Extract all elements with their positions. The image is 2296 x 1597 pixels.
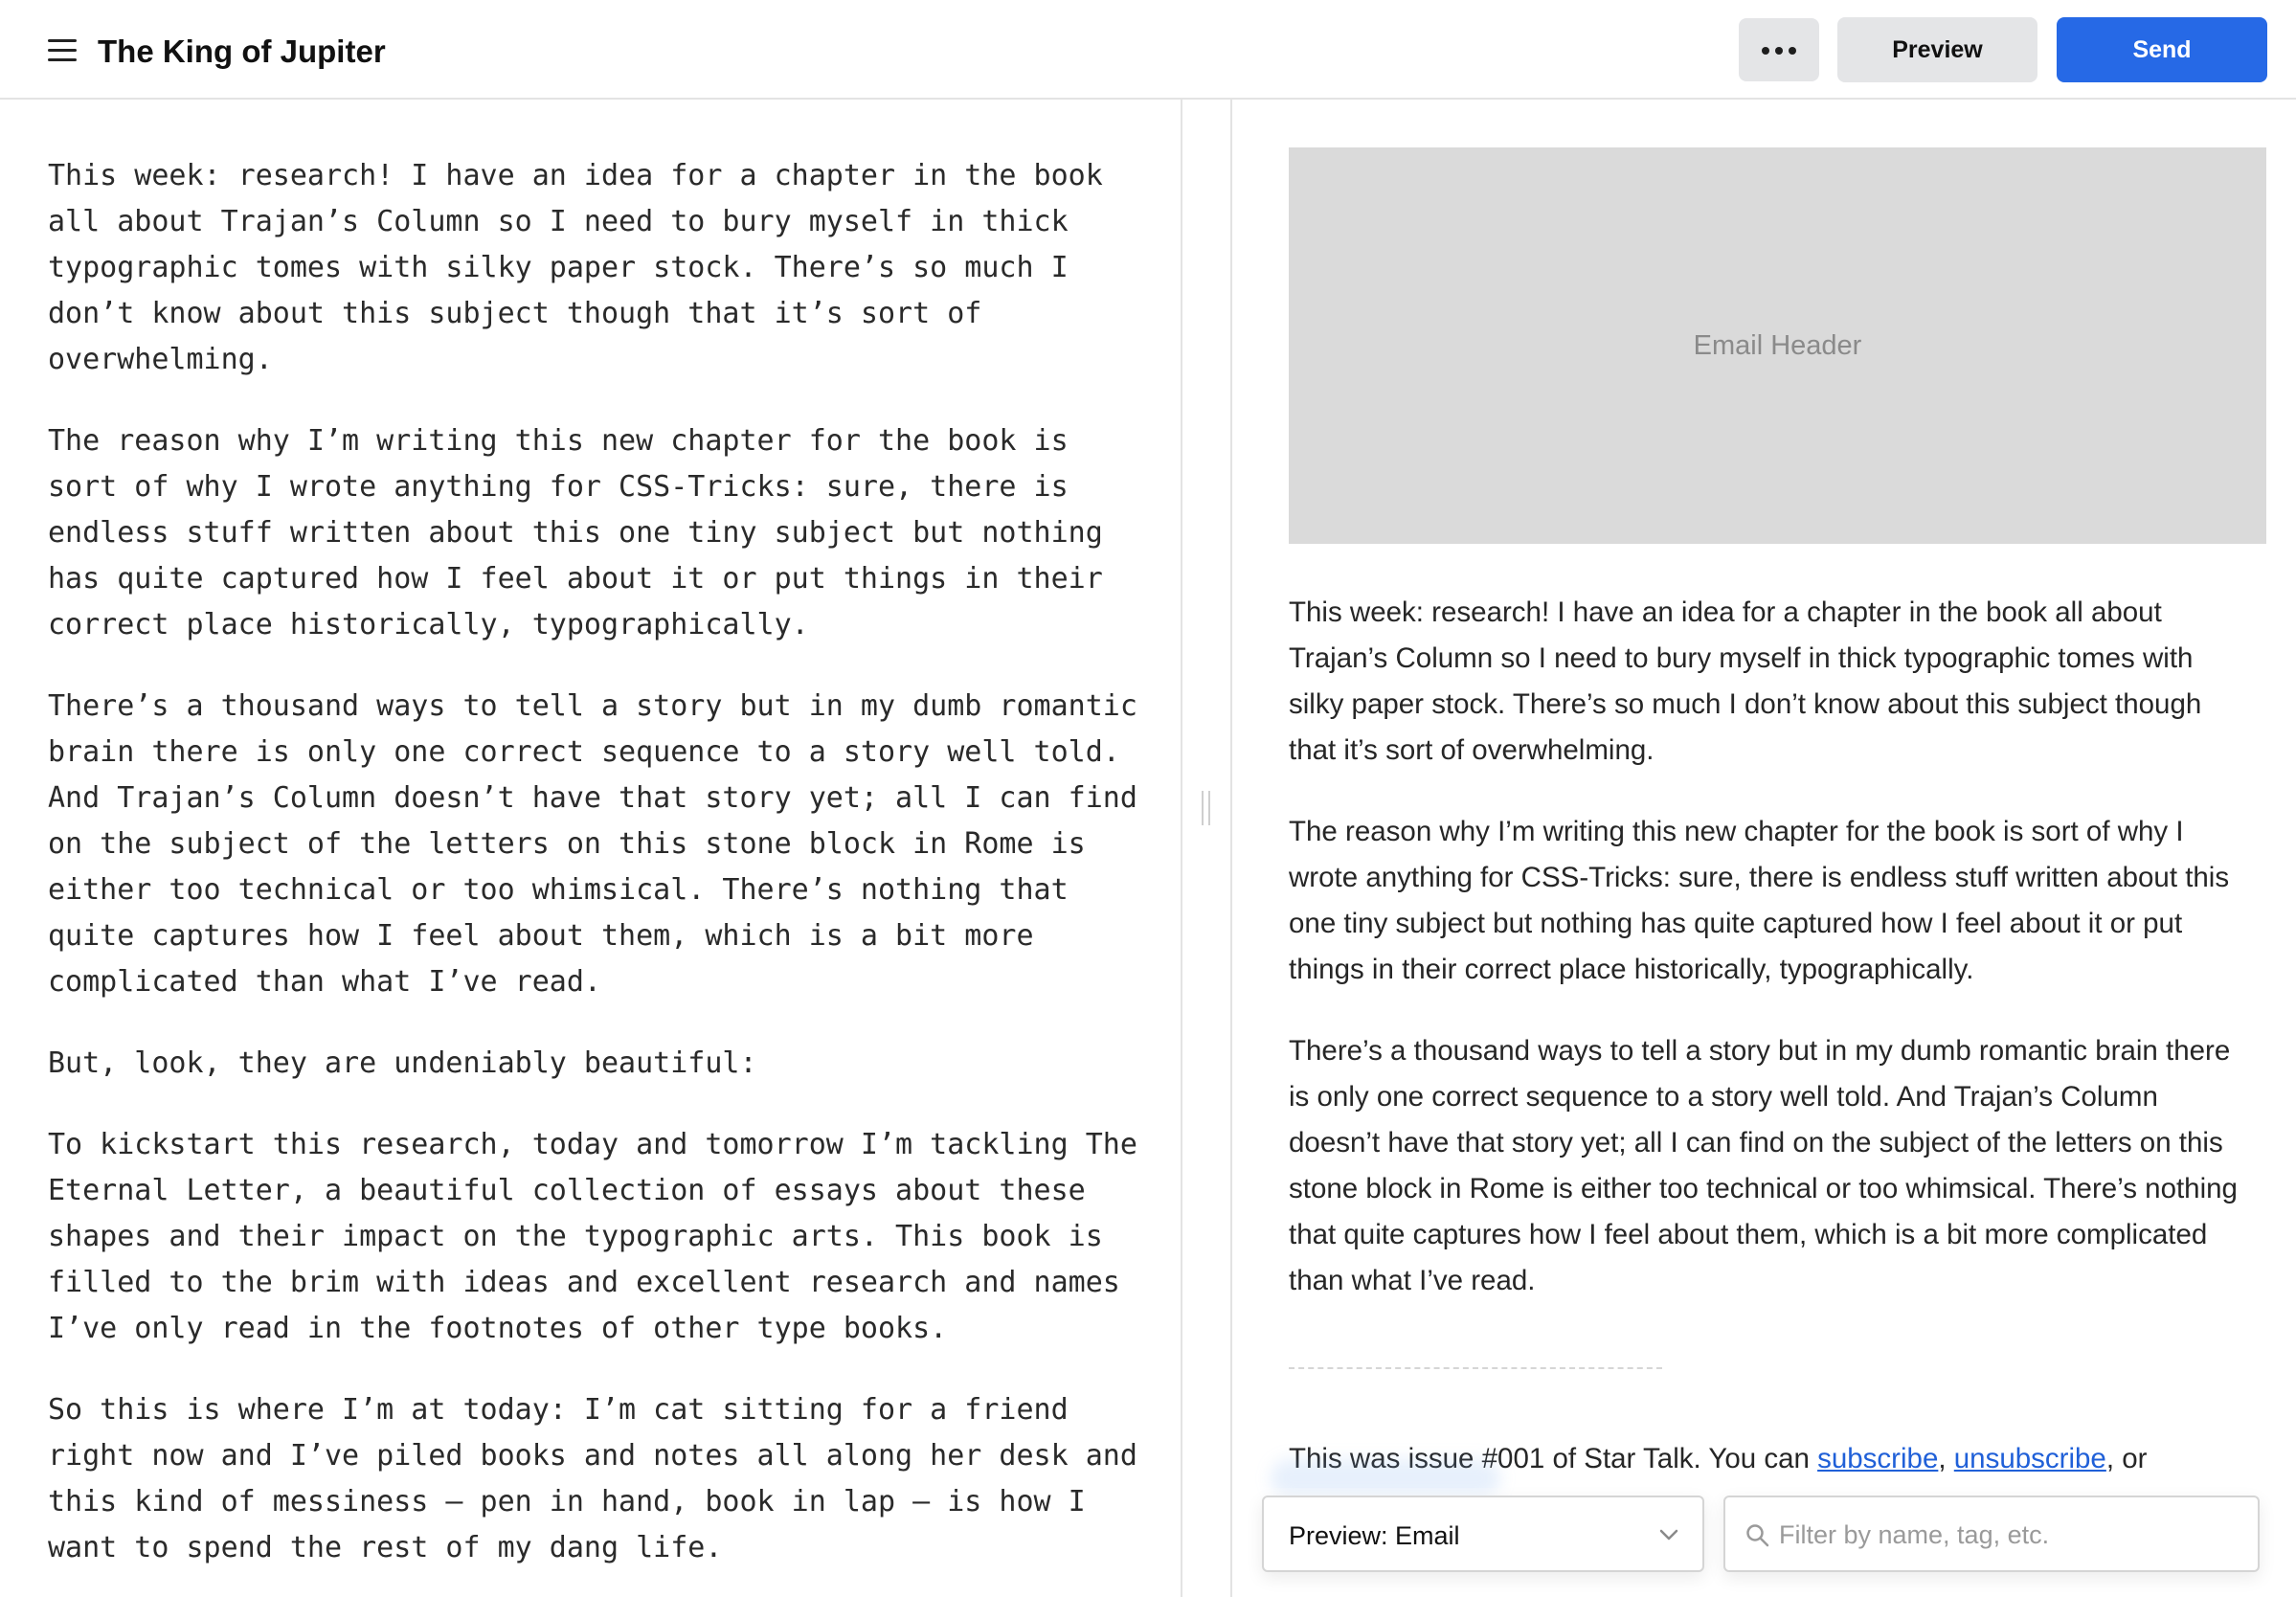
email-paragraph: The reason why I’m writing this new chap…: [1289, 816, 2230, 985]
send-button[interactable]: Send: [2057, 17, 2267, 82]
email-header-placeholder: Email Header: [1289, 147, 2266, 544]
email-preview-pane: Email Header This week: research! I have…: [1232, 100, 2296, 1597]
editor-paragraph[interactable]: There’s a thousand ways to tell a story …: [48, 684, 1142, 1005]
hamburger-menu-icon[interactable]: [48, 39, 77, 62]
resize-grip-icon: [1208, 791, 1210, 825]
markdown-editor[interactable]: This week: research! I have an idea for …: [0, 100, 1182, 1597]
more-horizontal-icon-dot: [1775, 47, 1783, 55]
pane-resize-handle[interactable]: [1182, 100, 1232, 1597]
filter-field: [1723, 1496, 2260, 1572]
editor-paragraph[interactable]: The reason why I’m writing this new chap…: [48, 418, 1142, 648]
more-horizontal-icon-dot: [1789, 47, 1796, 55]
unsubscribe-link[interactable]: unsubscribe: [1954, 1443, 2106, 1474]
editor-paragraph[interactable]: So this is where I’m at today: I’m cat s…: [48, 1387, 1142, 1571]
app-window: The King of Jupiter Preview Send This we…: [0, 0, 2296, 1597]
search-icon: [1746, 1524, 1769, 1547]
more-horizontal-icon: [1762, 47, 1769, 55]
filter-input[interactable]: [1779, 1511, 2239, 1559]
email-divider: [1289, 1367, 1662, 1369]
more-options-button[interactable]: [1739, 18, 1819, 81]
footer-text-end: , or: [2105, 1443, 2148, 1474]
email-paragraph: There’s a thousand ways to tell a story …: [1289, 1035, 2238, 1296]
preview-mode-select[interactable]: Preview: Email: [1262, 1496, 1704, 1572]
resize-grip-icon: [1202, 791, 1204, 825]
email-body: This week: research! I have an idea for …: [1289, 590, 2246, 1482]
document-title: The King of Jupiter: [98, 34, 386, 69]
editor-paragraph[interactable]: But, look, they are undeniably beautiful…: [48, 1041, 1142, 1087]
top-bar: The King of Jupiter Preview Send: [0, 0, 2296, 100]
preview-button[interactable]: Preview: [1837, 17, 2037, 82]
editor-paragraph[interactable]: This week: research! I have an idea for …: [48, 153, 1142, 383]
preview-mode-value: Preview: Email: [1289, 1521, 1460, 1550]
email-header-label: Email Header: [1693, 329, 1862, 361]
editor-paragraph[interactable]: To kickstart this research, today and to…: [48, 1122, 1142, 1352]
chevron-down-icon: [1659, 1529, 1678, 1541]
email-paragraph: This week: research! I have an idea for …: [1289, 596, 2202, 766]
subscribe-link[interactable]: subscribe: [1817, 1443, 1938, 1474]
footer-separator: ,: [1938, 1443, 1954, 1474]
